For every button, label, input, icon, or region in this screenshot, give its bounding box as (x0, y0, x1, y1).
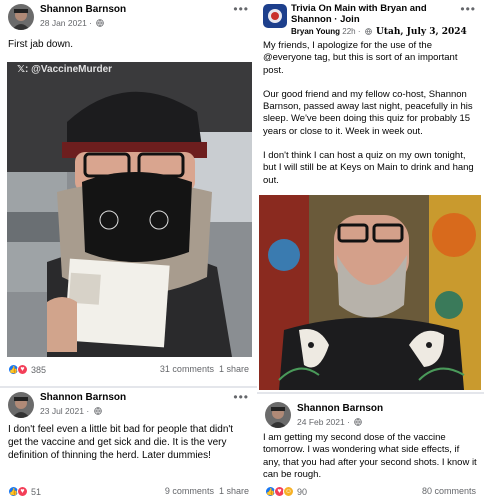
author-name[interactable]: Shannon Barnson (40, 4, 126, 15)
post-text: I am getting my second dose of the vacci… (263, 432, 477, 480)
more-options-icon[interactable]: ••• (460, 2, 476, 16)
selfie-photo[interactable]: 𝕏: @VaccineMurder (7, 62, 252, 357)
post-thinning-herd: Shannon Barnson 23 Jul 2021 · ••• I don'… (0, 386, 257, 500)
love-reaction-icon: ♥ (17, 486, 28, 497)
globe-icon (96, 19, 105, 27)
engagement-stats: 31 comments 1 share (160, 364, 249, 374)
comments-count[interactable]: 31 comments (160, 364, 214, 374)
date-text[interactable]: 28 Jan 2021 (40, 18, 87, 28)
reactions-count: 90 (297, 486, 308, 497)
author-avatar[interactable] (8, 392, 34, 418)
globe-icon (364, 28, 372, 35)
more-options-icon[interactable]: ••• (233, 2, 249, 16)
globe-icon (93, 407, 102, 415)
selfie-illustration (7, 62, 252, 357)
post-header: Shannon Barnson 28 Jan 2021 · ••• (0, 0, 257, 34)
author-name[interactable]: Shannon Barnson (40, 392, 126, 403)
globe-icon (354, 418, 363, 426)
post-text: I don't feel even a little bit bad for p… (8, 424, 234, 461)
separator: · (347, 417, 350, 427)
post-text: First jab down. (8, 39, 74, 50)
separator: · (357, 27, 361, 36)
join-button[interactable]: Join (340, 14, 360, 25)
separator: · (89, 18, 93, 28)
care-reaction-icon: ☺ (283, 486, 294, 497)
reactions-summary[interactable]: 👍 ♥ 51 (8, 486, 41, 497)
reactions-summary[interactable]: 👍 ♥ 385 (8, 364, 46, 375)
location-date-annotation: Utah, July 3, 2024 (376, 27, 467, 37)
post-time[interactable]: 22h (342, 27, 355, 36)
author-avatar[interactable] (265, 402, 291, 428)
paragraph: I don't think I can host a quiz on my ow… (263, 150, 474, 186)
post-second-dose: Shannon Barnson 24 Feb 2021 · I am getti… (257, 392, 484, 500)
more-options-icon[interactable]: ••• (233, 390, 249, 404)
post-first-jab: Shannon Barnson 28 Jan 2021 · ••• First … (0, 0, 257, 386)
group-post-header: Trivia On Main with Bryan and Shannon · … (257, 0, 484, 40)
post-date: 28 Jan 2021 · (40, 18, 105, 28)
post-footer: 👍 ♥ ☺ 90 80 comments (257, 484, 484, 500)
reactions-count: 51 (31, 486, 42, 497)
author-name[interactable]: Shannon Barnson (297, 403, 383, 414)
portrait-photo[interactable] (259, 195, 481, 390)
watermark-text: 𝕏: @VaccineMurder (17, 64, 113, 75)
paragraph: My friends, I apologize for the use of t… (263, 40, 458, 76)
love-reaction-icon: ♥ (17, 364, 28, 375)
portrait-illustration (259, 195, 481, 390)
group-avatar[interactable] (263, 4, 287, 28)
engagement-stats: 80 comments (422, 486, 476, 496)
engagement-stats: 9 comments 1 share (165, 486, 249, 496)
post-date: 24 Feb 2021 · (297, 417, 363, 427)
post-footer: 👍 ♥ 385 31 comments 1 share (0, 362, 257, 378)
reactions-summary[interactable]: 👍 ♥ ☺ 90 (265, 486, 307, 497)
post-header: Shannon Barnson 23 Jul 2021 · ••• (0, 388, 257, 422)
reactions-count: 385 (31, 364, 47, 375)
comments-count[interactable]: 80 comments (422, 486, 476, 496)
group-title: Trivia On Main with Bryan and Shannon · … (291, 3, 451, 25)
date-text[interactable]: 23 Jul 2021 (40, 406, 84, 416)
post-header: Shannon Barnson 24 Feb 2021 · (257, 394, 484, 430)
date-text[interactable]: 24 Feb 2021 (297, 417, 345, 427)
poster-meta: Bryan Young 22h · Utah, July 3, 2024 (291, 27, 467, 37)
comments-count[interactable]: 9 comments (165, 486, 214, 496)
separator: · (334, 14, 338, 25)
author-avatar[interactable] (8, 4, 34, 30)
separator: · (86, 406, 90, 416)
post-trivia-announcement: Trivia On Main with Bryan and Shannon · … (257, 0, 484, 392)
post-body: My friends, I apologize for the use of t… (257, 40, 484, 187)
paragraph: Our good friend and my fellow co-host, S… (263, 88, 473, 137)
post-footer: 👍 ♥ 51 9 comments 1 share (0, 484, 257, 500)
post-date: 23 Jul 2021 · (40, 406, 102, 416)
shares-count[interactable]: 1 share (219, 486, 249, 496)
shares-count[interactable]: 1 share (219, 364, 249, 374)
poster-name[interactable]: Bryan Young (291, 27, 340, 36)
